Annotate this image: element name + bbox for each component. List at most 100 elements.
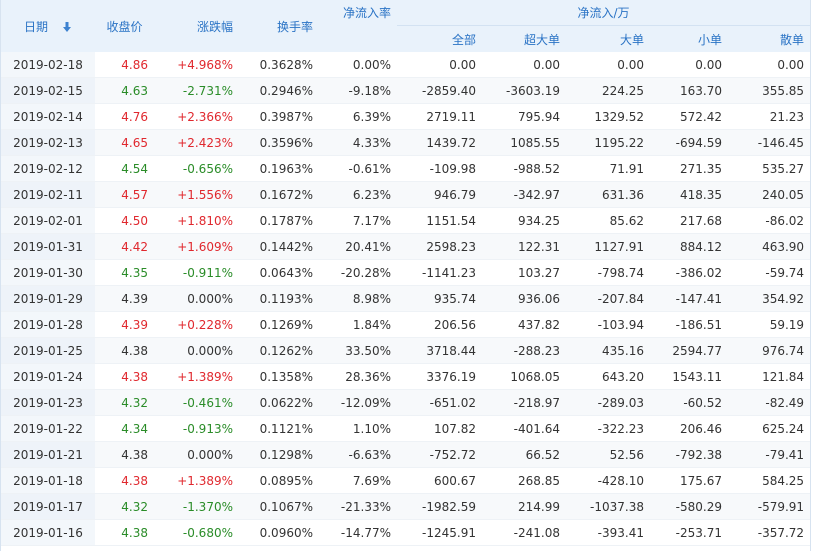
cell-small: 2594.77 — [650, 337, 728, 364]
cell-turnover: 0.0622% — [239, 389, 319, 416]
table-row[interactable]: 2019-01-16 4.38 -0.680% 0.0960% -14.77% -1245… — [1, 519, 811, 546]
header-small[interactable]: 小单 — [650, 25, 728, 52]
cell-small: 217.68 — [650, 207, 728, 234]
cell-retail: 59.19 — [728, 311, 811, 338]
cell-change: +1.609% — [154, 233, 239, 260]
cell-xlarge: 1068.05 — [482, 363, 566, 390]
table-row[interactable]: 2019-02-11 4.57 +1.556% 0.1672% 6.23% 946.79-… — [1, 181, 811, 208]
cell-change: +1.389% — [154, 467, 239, 494]
cell-date: 2019-01-24 — [1, 363, 95, 390]
cell-large: -289.03 — [566, 389, 650, 416]
cell-small: 206.46 — [650, 415, 728, 442]
cell-change: -0.656% — [154, 155, 239, 182]
cell-retail: 625.24 — [728, 415, 811, 442]
cell-net-rate: 28.36% — [319, 363, 397, 390]
cell-small: 572.42 — [650, 103, 728, 130]
cell-xlarge: 1085.55 — [482, 129, 566, 156]
cell-turnover: 0.1672% — [239, 181, 319, 208]
cell-turnover: 0.3628% — [239, 52, 319, 78]
header-date[interactable]: 日期 — [1, 0, 95, 52]
cell-small: -694.59 — [650, 129, 728, 156]
cell-large: -207.84 — [566, 285, 650, 312]
cell-large: -798.74 — [566, 259, 650, 286]
cell-retail: 0.00 — [728, 52, 811, 78]
cell-date: 2019-02-18 — [1, 52, 95, 78]
cell-xlarge: 268.85 — [482, 467, 566, 494]
cell-change: +0.228% — [154, 311, 239, 338]
cell-turnover: 0.1298% — [239, 441, 319, 468]
cell-large: -428.10 — [566, 467, 650, 494]
fund-flow-table: 日期 收盘价 涨跌幅 换手率 净流入率 净流入/万 全部 超大单 大单 小单 散… — [1, 0, 811, 546]
table-row[interactable]: 2019-02-01 4.50 +1.810% 0.1787% 7.17% 1151.54… — [1, 207, 811, 234]
header-retail[interactable]: 散单 — [728, 25, 811, 52]
table-row[interactable]: 2019-01-24 4.38 +1.389% 0.1358% 28.36% 3376.1… — [1, 363, 811, 390]
table-row[interactable]: 2019-01-28 4.39 +0.228% 0.1269% 1.84% 206.56 4… — [1, 311, 811, 338]
table-row[interactable]: 2019-02-14 4.76 +2.366% 0.3987% 6.39% 2719.11… — [1, 103, 811, 130]
cell-retail: -59.74 — [728, 259, 811, 286]
cell-retail: 121.84 — [728, 363, 811, 390]
cell-xlarge: -241.08 — [482, 519, 566, 546]
table-row[interactable]: 2019-01-18 4.38 +1.389% 0.0895% 7.69% 600.67 2… — [1, 467, 811, 494]
cell-retail: -146.45 — [728, 129, 811, 156]
cell-date: 2019-02-11 — [1, 181, 95, 208]
cell-close: 4.65 — [95, 129, 154, 156]
cell-large: 1329.52 — [566, 103, 650, 130]
cell-turnover: 0.3596% — [239, 129, 319, 156]
table-row[interactable]: 2019-01-30 4.35 -0.911% 0.0643% -20.28% -1141… — [1, 259, 811, 286]
cell-retail: -79.41 — [728, 441, 811, 468]
table-row[interactable]: 2019-01-17 4.32 -1.370% 0.1067% -21.33% -1982… — [1, 493, 811, 520]
cell-net-rate: 0.00% — [319, 52, 397, 78]
cell-close: 4.32 — [95, 389, 154, 416]
cell-xlarge: -401.64 — [482, 415, 566, 442]
cell-turnover: 0.1269% — [239, 311, 319, 338]
header-all[interactable]: 全部 — [397, 25, 482, 52]
cell-date: 2019-02-01 — [1, 207, 95, 234]
cell-large: 71.91 — [566, 155, 650, 182]
cell-small: -580.29 — [650, 493, 728, 520]
cell-turnover: 0.1442% — [239, 233, 319, 260]
table-row[interactable]: 2019-01-31 4.42 +1.609% 0.1442% 20.41% 2598.2… — [1, 233, 811, 260]
table-row[interactable]: 2019-01-25 4.38 0.000% 0.1262% 33.50% 3718.44… — [1, 337, 811, 364]
cell-date: 2019-02-14 — [1, 103, 95, 130]
cell-xlarge: 795.94 — [482, 103, 566, 130]
cell-all: -109.98 — [397, 155, 482, 182]
table-row[interactable]: 2019-02-15 4.63 -2.731% 0.2946% -9.18% -2859.… — [1, 77, 811, 104]
cell-close: 4.38 — [95, 467, 154, 494]
cell-small: 1543.11 — [650, 363, 728, 390]
sort-down-arrow-icon[interactable] — [62, 21, 72, 32]
table-row[interactable]: 2019-02-18 4.86 +4.968% 0.3628% 0.00% 0.00 0.0… — [1, 52, 811, 78]
cell-change: 0.000% — [154, 337, 239, 364]
header-change[interactable]: 涨跌幅 — [154, 0, 239, 52]
table-row[interactable]: 2019-01-21 4.38 0.000% 0.1298% -6.63% -752.72… — [1, 441, 811, 468]
cell-small: 418.35 — [650, 181, 728, 208]
header-close[interactable]: 收盘价 — [95, 0, 154, 52]
cell-turnover: 0.2946% — [239, 77, 319, 104]
table-row[interactable]: 2019-02-13 4.65 +2.423% 0.3596% 4.33% 1439.72… — [1, 129, 811, 156]
cell-date: 2019-02-12 — [1, 155, 95, 182]
cell-net-rate: 6.39% — [319, 103, 397, 130]
cell-small: 175.67 — [650, 467, 728, 494]
fund-flow-table-container: 日期 收盘价 涨跌幅 换手率 净流入率 净流入/万 全部 超大单 大单 小单 散… — [0, 0, 811, 551]
cell-change: -2.731% — [154, 77, 239, 104]
cell-close: 4.32 — [95, 493, 154, 520]
header-xlarge[interactable]: 超大单 — [482, 25, 566, 52]
cell-xlarge: -3603.19 — [482, 77, 566, 104]
table-row[interactable]: 2019-01-22 4.34 -0.913% 0.1121% 1.10% 107.82-… — [1, 415, 811, 442]
cell-change: -0.461% — [154, 389, 239, 416]
cell-turnover: 0.1121% — [239, 415, 319, 442]
table-row[interactable]: 2019-02-12 4.54 -0.656% 0.1963% -0.61% -109.9… — [1, 155, 811, 182]
cell-xlarge: 0.00 — [482, 52, 566, 78]
header-net-rate[interactable]: 净流入率 — [319, 0, 397, 52]
cell-turnover: 0.0895% — [239, 467, 319, 494]
cell-change: +1.810% — [154, 207, 239, 234]
cell-date: 2019-01-29 — [1, 285, 95, 312]
cell-net-rate: -20.28% — [319, 259, 397, 286]
cell-all: -2859.40 — [397, 77, 482, 104]
header-turnover[interactable]: 换手率 — [239, 0, 319, 52]
cell-xlarge: 66.52 — [482, 441, 566, 468]
cell-net-rate: -0.61% — [319, 155, 397, 182]
cell-turnover: 0.1193% — [239, 285, 319, 312]
table-row[interactable]: 2019-01-23 4.32 -0.461% 0.0622% -12.09% -651.… — [1, 389, 811, 416]
header-large[interactable]: 大单 — [566, 25, 650, 52]
table-row[interactable]: 2019-01-29 4.39 0.000% 0.1193% 8.98% 935.74 93… — [1, 285, 811, 312]
